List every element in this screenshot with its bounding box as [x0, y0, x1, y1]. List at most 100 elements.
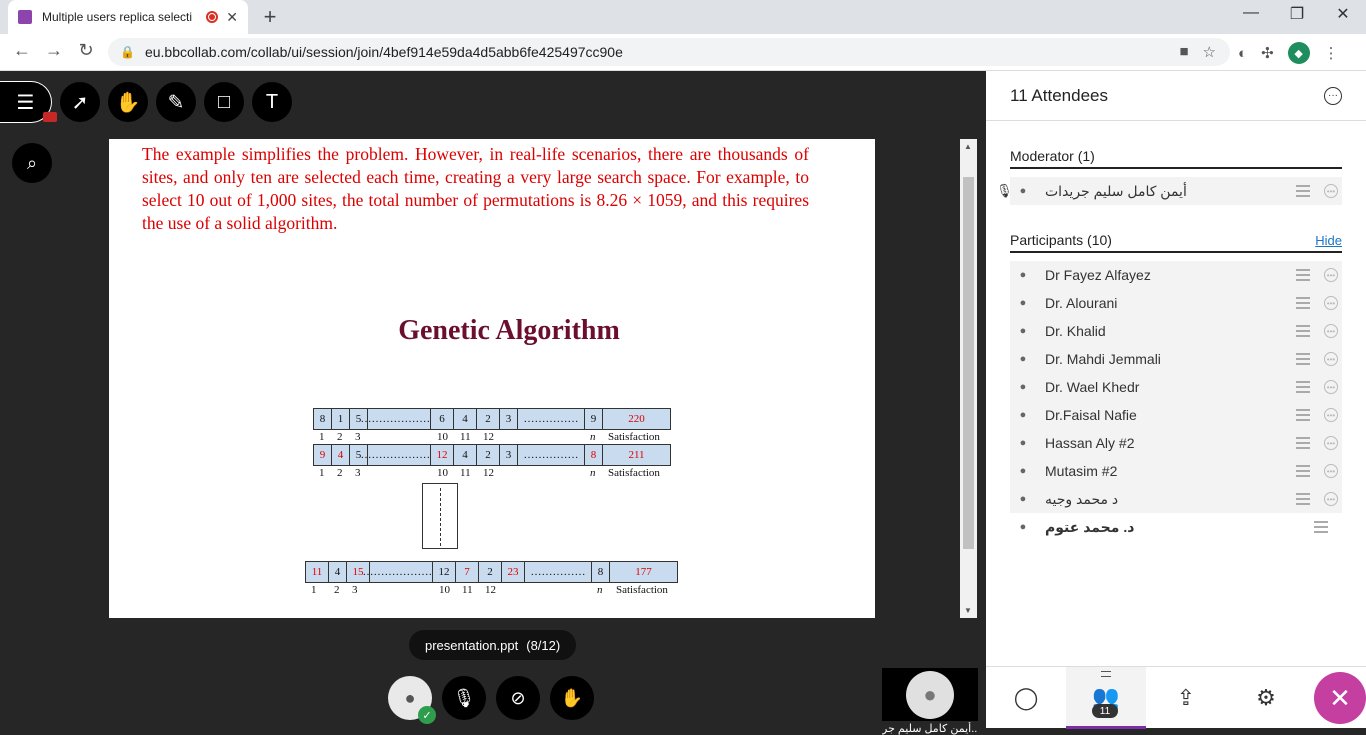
panel-header: 11 Attendees ···: [986, 71, 1366, 121]
window-close-button[interactable]: ✕: [1320, 4, 1366, 24]
text-tool-button[interactable]: T: [252, 82, 292, 122]
participant-row[interactable]: ● Dr. Alourani •••: [1010, 289, 1342, 317]
gene-cell: 2: [476, 444, 499, 466]
gene-cell: 4: [331, 444, 349, 466]
gene-cell: 3: [499, 444, 517, 466]
slide-title: Genetic Algorithm: [398, 315, 620, 346]
more-icon[interactable]: •••: [1324, 184, 1338, 198]
more-icon[interactable]: •••: [1324, 296, 1338, 310]
zoom-view-button[interactable]: ⌕: [12, 143, 52, 183]
share-content-tab[interactable]: ⇪: [1146, 667, 1226, 729]
person-icon: ●: [1019, 521, 1027, 533]
participant-row[interactable]: ● د محمد وجيه •••: [1010, 485, 1342, 513]
page-indicator: (8/12): [526, 637, 561, 653]
participant-row[interactable]: ● Dr Fayez Alfayez •••: [1010, 261, 1342, 289]
minimize-button[interactable]: —: [1228, 4, 1274, 22]
settings-tab[interactable]: ⚙: [1226, 667, 1306, 729]
more-icon[interactable]: •••: [1324, 408, 1338, 422]
participant-row[interactable]: ● Dr. Mahdi Jemmali •••: [1010, 345, 1342, 373]
attendee-name: Hassan Aly #2: [1045, 435, 1135, 451]
attendee-controls-icon[interactable]: [1296, 493, 1310, 505]
more-options-icon[interactable]: ···: [1324, 86, 1342, 105]
puzzle-extensions-icon[interactable]: ✣: [1261, 44, 1274, 62]
restore-button[interactable]: ❐: [1274, 4, 1320, 24]
participant-row[interactable]: ● Dr.Faisal Nafie •••: [1010, 401, 1342, 429]
index-label: 12: [483, 467, 494, 479]
index-label: n: [597, 584, 603, 596]
more-icon[interactable]: •••: [1324, 492, 1338, 506]
reload-button[interactable]: ↻: [72, 40, 100, 61]
slide-scrollbar[interactable]: ▲ ▼: [960, 139, 977, 618]
attendee-controls-icon[interactable]: [1296, 409, 1310, 421]
pen-tool-button[interactable]: ✎: [156, 82, 196, 122]
person-icon: ●: [1019, 465, 1027, 477]
attendee-controls-icon[interactable]: [1296, 269, 1310, 281]
participant-row[interactable]: ● د. محمد عتوم: [1010, 513, 1342, 541]
recording-badge-icon: [43, 112, 57, 122]
more-icon[interactable]: •••: [1324, 268, 1338, 282]
more-icon[interactable]: •••: [1324, 380, 1338, 394]
tab-close-icon[interactable]: ✕: [226, 9, 238, 26]
scroll-thumb[interactable]: [963, 177, 974, 549]
share-icon: ⇪: [1176, 685, 1196, 710]
session-menu-button[interactable]: ☰: [0, 81, 57, 123]
attendee-controls-icon[interactable]: [1296, 185, 1310, 197]
gene-cell: 11: [305, 561, 328, 583]
scroll-up-icon[interactable]: ▲: [964, 142, 972, 151]
microphone-toggle-button[interactable]: 🎙: [442, 676, 486, 720]
pan-tool-button[interactable]: ✋: [108, 82, 148, 122]
attendee-controls-icon[interactable]: [1296, 465, 1310, 477]
participant-row[interactable]: ● Dr. Khalid •••: [1010, 317, 1342, 345]
attendee-controls-icon[interactable]: [1314, 521, 1328, 533]
attendees-tab[interactable]: 👥 11: [1066, 667, 1146, 729]
attendee-controls-icon[interactable]: [1296, 381, 1310, 393]
attendee-controls-icon[interactable]: [1296, 353, 1310, 365]
dashed-line: [440, 488, 441, 546]
camera-toggle-button[interactable]: ⊘: [496, 676, 540, 720]
participant-row[interactable]: ● Dr. Wael Khedr •••: [1010, 373, 1342, 401]
shape-tool-button[interactable]: □: [204, 82, 244, 122]
more-icon[interactable]: •••: [1324, 436, 1338, 450]
extension-icon[interactable]: ◐: [1238, 45, 1247, 62]
profile-avatar[interactable]: ◆: [1287, 42, 1310, 64]
self-video-tile[interactable]: ● أيمن كامل سليم جر...: [882, 668, 978, 735]
fitness-cell: 177: [609, 561, 678, 583]
forward-button[interactable]: →: [40, 40, 68, 61]
more-icon[interactable]: •••: [1324, 324, 1338, 338]
address-bar-row: ← → ↻ 🔒 eu.bbcollab.com/collab/ui/sessio…: [0, 34, 1366, 71]
participant-row[interactable]: ● Hassan Aly #2 •••: [1010, 429, 1342, 457]
gene-cell: …………………: [361, 444, 438, 466]
select-tool-button[interactable]: ➚: [60, 82, 100, 122]
attendee-controls-icon[interactable]: [1296, 437, 1310, 449]
browser-tab[interactable]: Multiple users replica selecti ✕: [8, 0, 248, 34]
index-label: Satisfaction: [608, 431, 660, 443]
attendee-controls-icon[interactable]: [1296, 325, 1310, 337]
participant-row[interactable]: ● Mutasim #2 •••: [1010, 457, 1342, 485]
url-bar[interactable]: 🔒 eu.bbcollab.com/collab/ui/session/join…: [108, 38, 1230, 66]
scroll-down-icon[interactable]: ▼: [964, 606, 972, 615]
gene-cell: 23: [501, 561, 524, 583]
bookmark-star-icon[interactable]: ☆: [1203, 43, 1216, 61]
browser-menu-icon[interactable]: ⋮: [1324, 44, 1339, 62]
more-icon[interactable]: •••: [1324, 464, 1338, 478]
more-icon[interactable]: •••: [1324, 352, 1338, 366]
chromosome-row: 9 4 5 ………………… 12 4 2 3 …………… 8 211: [313, 444, 671, 466]
chat-tab[interactable]: ◯: [986, 667, 1066, 729]
gene-cell: 8: [313, 408, 331, 430]
my-status-button[interactable]: ● ✓: [388, 676, 436, 724]
camera-off-icon: ⊘: [510, 687, 526, 708]
index-label: 10: [437, 431, 448, 443]
index-label: 11: [460, 431, 471, 443]
back-button[interactable]: ←: [8, 40, 36, 61]
panel-navigation: ◯ 👥 11 ⇪ ⚙ ✕: [986, 666, 1366, 729]
raise-hand-button[interactable]: ✋: [550, 676, 594, 720]
index-label: 10: [439, 584, 450, 596]
lock-icon[interactable]: 🔒: [120, 45, 135, 59]
hide-participants-link[interactable]: Hide: [1315, 233, 1342, 248]
attendee-name: Dr. Mahdi Jemmali: [1045, 351, 1161, 367]
close-panel-button[interactable]: ✕: [1314, 672, 1366, 724]
new-tab-button[interactable]: +: [258, 4, 282, 30]
moderator-row[interactable]: 🎙 ● أيمن كامل سليم جريدات •••: [996, 177, 1342, 205]
attendee-controls-icon[interactable]: [1296, 297, 1310, 309]
camera-permission-icon[interactable]: ■: [1179, 43, 1188, 61]
